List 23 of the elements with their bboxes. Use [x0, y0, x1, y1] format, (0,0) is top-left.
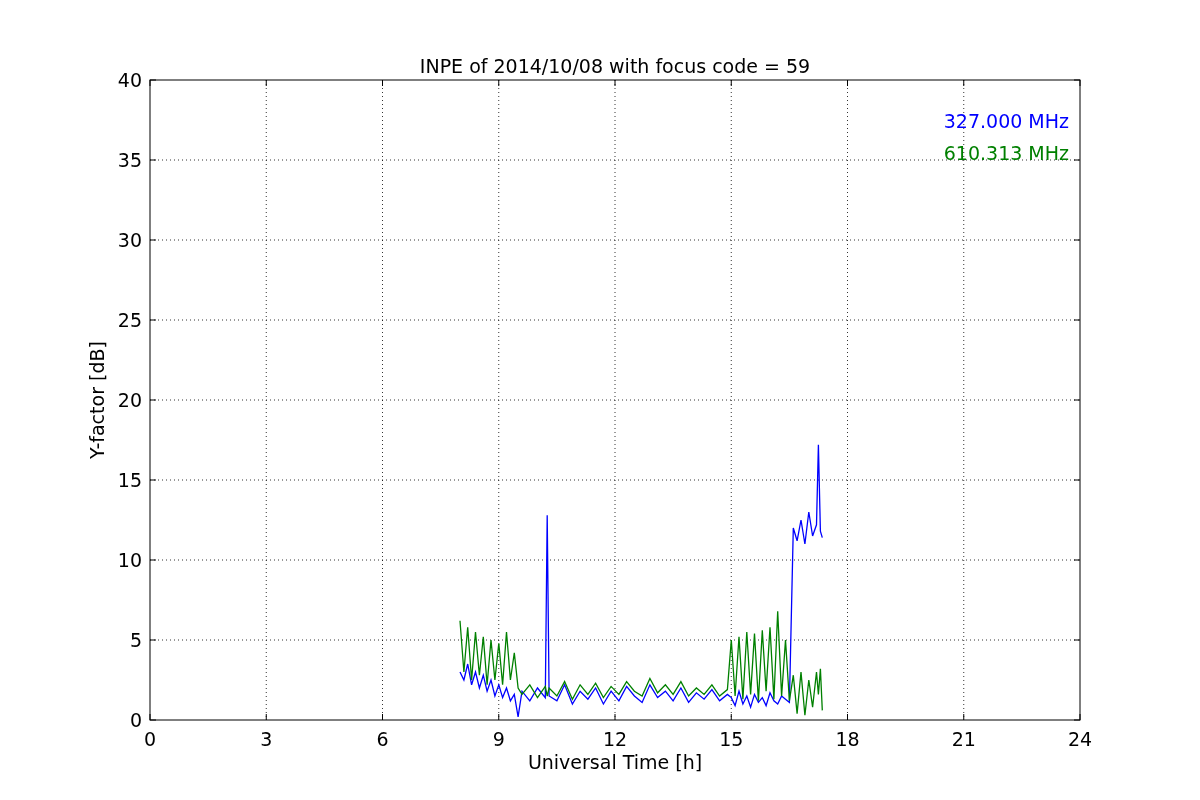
y-axis-label: Y-factor [dB]: [86, 341, 108, 459]
x-tick-label: 12: [602, 728, 628, 750]
x-tick-label: 18: [835, 728, 860, 750]
x-tick-label: 24: [1067, 728, 1093, 750]
y-tick-label: 10: [117, 549, 142, 571]
x-axis-label: Universal Time [h]: [527, 751, 703, 773]
x-tick-label: 21: [951, 728, 976, 750]
chart-title: INPE of 2014/10/08 with focus code = 59: [419, 55, 811, 77]
y-tick-label: 30: [117, 229, 142, 251]
x-tick-label: 0: [143, 728, 157, 750]
legend-label: 327.000 MHz: [943, 110, 1069, 132]
x-tick-label: 9: [492, 728, 505, 750]
y-tick-label: 0: [129, 709, 142, 731]
x-tick-label: 3: [260, 728, 273, 750]
x-tick-label: 15: [719, 728, 744, 750]
y-tick-label: 25: [117, 309, 142, 331]
y-tick-label: 15: [117, 469, 142, 491]
legend-label: 610.313 MHz: [943, 142, 1069, 164]
y-tick-label: 40: [117, 69, 142, 91]
y-tick-label: 35: [117, 149, 142, 171]
y-tick-label: 5: [129, 629, 142, 651]
y-tick-label: 20: [117, 389, 142, 411]
x-tick-label: 6: [376, 728, 389, 750]
